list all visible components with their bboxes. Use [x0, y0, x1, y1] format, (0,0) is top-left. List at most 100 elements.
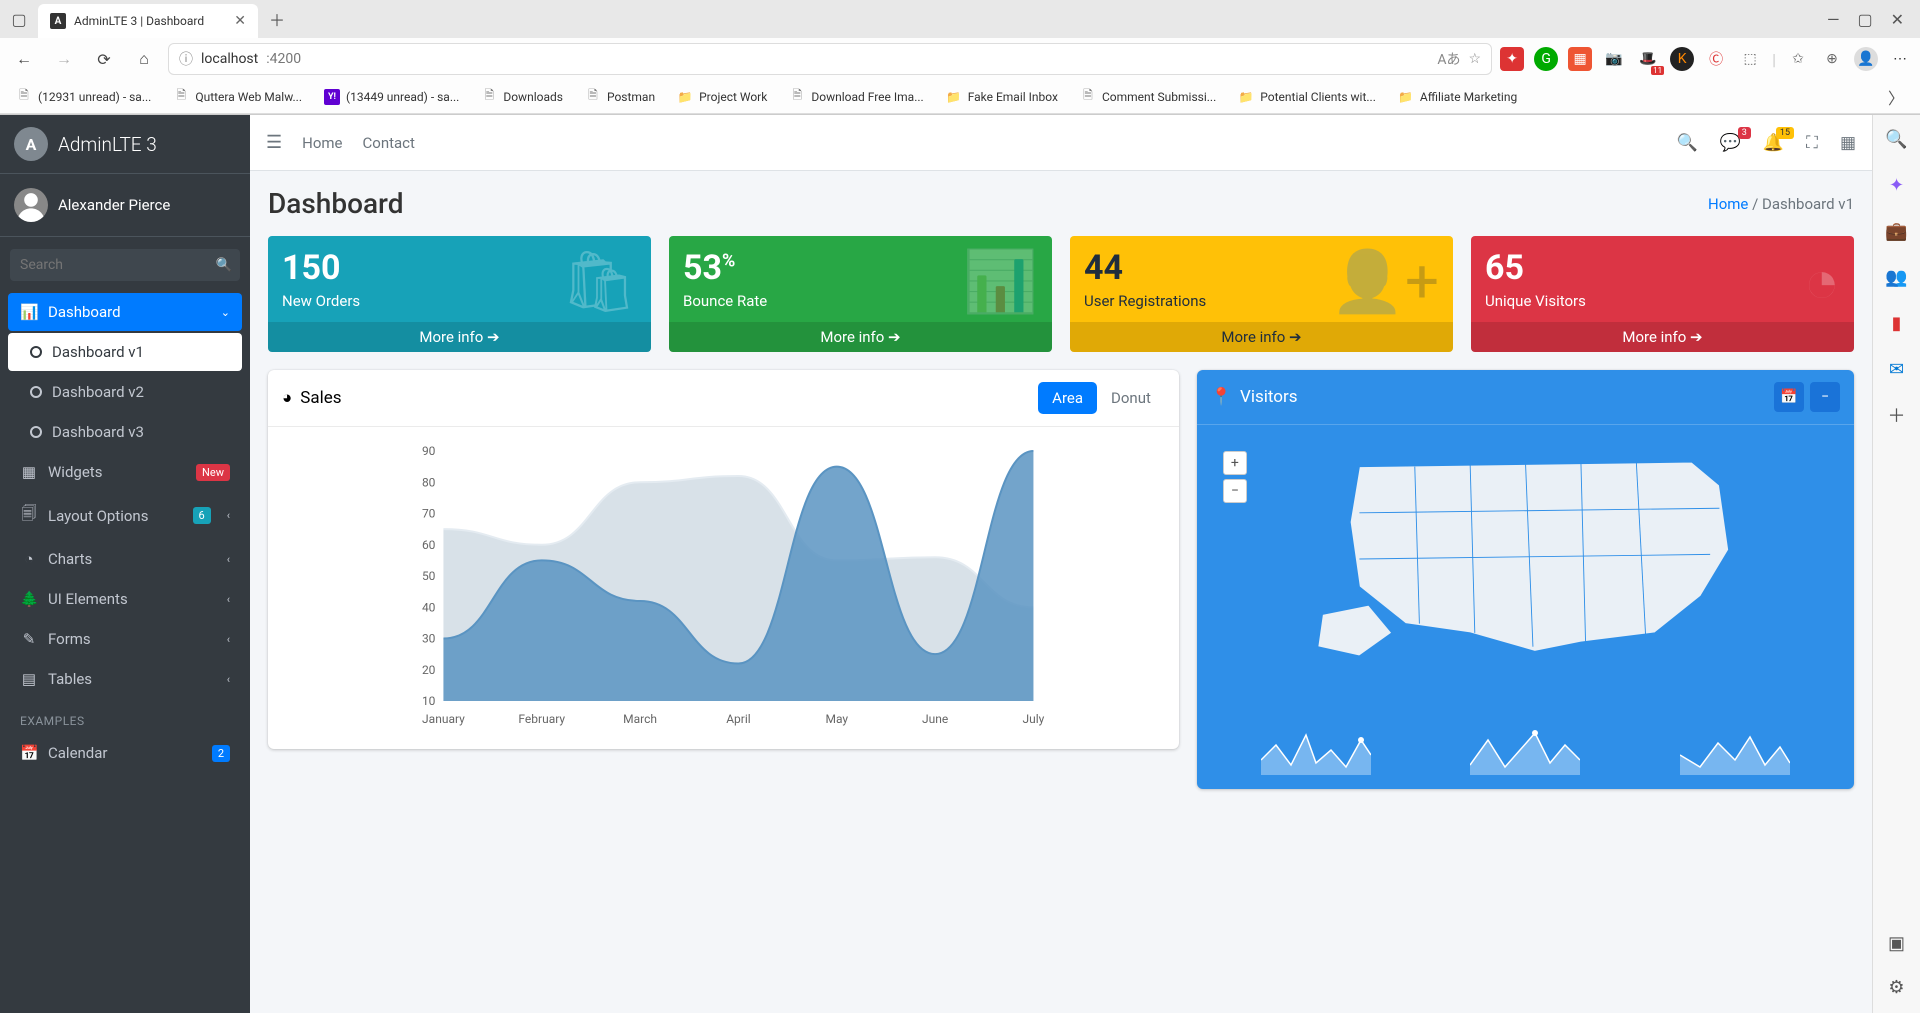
- nav-dashboard-v1[interactable]: Dashboard v1: [8, 333, 242, 371]
- breadcrumb-home[interactable]: Home: [1708, 195, 1748, 213]
- collections-icon[interactable]: ⊕: [1820, 47, 1844, 71]
- nav-tables[interactable]: ▤ Tables ‹: [8, 660, 242, 698]
- bookmark-item[interactable]: 🗎Quttera Web Malw...: [165, 85, 310, 109]
- ext-icon-4[interactable]: 📷: [1602, 47, 1626, 71]
- bookmark-item[interactable]: 📁Potential Clients wit...: [1230, 85, 1384, 109]
- circle-icon: [30, 346, 42, 358]
- ext-icon-6[interactable]: K: [1670, 47, 1694, 71]
- rail-briefcase-icon[interactable]: 💼: [1883, 217, 1911, 245]
- user-panel[interactable]: Alexander Pierce: [0, 174, 250, 237]
- nav-layout-options[interactable]: 🗐 Layout Options 6 ‹: [8, 493, 242, 538]
- maximize-icon[interactable]: ▢: [1857, 10, 1872, 29]
- address-bar: ← → ⟳ ⌂ ⓘ localhost:4200 Aあ ☆ ✦ G ▦ 📷 🎩1…: [0, 38, 1920, 80]
- bell-icon[interactable]: 🔔15: [1763, 133, 1784, 153]
- calendar-button[interactable]: 📅: [1774, 382, 1804, 412]
- copy-icon: 🗐: [20, 503, 38, 528]
- bookmark-item[interactable]: 🗎(12931 unread) - sa...: [8, 85, 159, 109]
- rail-sparkle-icon[interactable]: ✦: [1883, 171, 1911, 199]
- profile-icon[interactable]: 👤: [1854, 47, 1878, 71]
- ext-icon-5[interactable]: 🎩11: [1636, 47, 1660, 71]
- back-button[interactable]: ←: [8, 43, 40, 75]
- rail-add-icon[interactable]: ＋: [1883, 401, 1911, 429]
- collapse-button[interactable]: −: [1810, 382, 1840, 412]
- minimize-icon[interactable]: ―: [1827, 10, 1840, 29]
- more-info-link[interactable]: More info ➔: [1471, 322, 1854, 352]
- new-tab-button[interactable]: ＋: [262, 4, 292, 34]
- rail-outlook-icon[interactable]: ✉: [1883, 355, 1911, 383]
- usa-map[interactable]: [1211, 439, 1840, 679]
- bookmark-item[interactable]: 🗎Postman: [577, 85, 663, 109]
- rail-people-icon[interactable]: 👥: [1883, 263, 1911, 291]
- close-window-icon[interactable]: ✕: [1891, 10, 1904, 29]
- bookmark-item[interactable]: 📁Project Work: [669, 85, 775, 109]
- nav-ui-elements[interactable]: 🌲 UI Elements ‹: [8, 580, 242, 618]
- tab-donut[interactable]: Donut: [1097, 382, 1165, 414]
- nav-widgets[interactable]: ▦ Widgets New: [8, 453, 242, 491]
- rail-panel-icon[interactable]: ▣: [1883, 929, 1911, 957]
- bookmarks-overflow-icon[interactable]: 〉: [1880, 85, 1912, 109]
- topnav-contact[interactable]: Contact: [363, 134, 415, 152]
- bookmark-item[interactable]: 🗎Download Free Ima...: [781, 85, 931, 109]
- comments-icon[interactable]: 💬3: [1720, 133, 1741, 153]
- favorites-icon[interactable]: ✩: [1786, 47, 1810, 71]
- nav-dashboard[interactable]: 📊 Dashboard ⌄: [8, 293, 242, 331]
- more-info-link[interactable]: More info ➔: [1070, 322, 1453, 352]
- search-button[interactable]: 🔍: [208, 249, 240, 281]
- more-info-link[interactable]: More info ➔: [268, 322, 651, 352]
- url-host: localhost: [201, 51, 258, 67]
- nav-dashboard-v3[interactable]: Dashboard v3: [8, 413, 242, 451]
- more-info-link[interactable]: More info ➔: [669, 322, 1052, 352]
- hamburger-icon[interactable]: ☰: [266, 132, 282, 153]
- tab-area[interactable]: Area: [1038, 382, 1097, 414]
- sparkline-3: [1680, 725, 1790, 775]
- tab-actions-icon[interactable]: ▢: [4, 4, 34, 34]
- tachometer-icon: 📊: [20, 303, 38, 321]
- svg-text:60: 60: [422, 538, 436, 552]
- stat-number: 65: [1485, 248, 1840, 288]
- bookmark-item[interactable]: Y!(13449 unread) - sa...: [316, 85, 467, 109]
- ext-icon-2[interactable]: G: [1534, 47, 1558, 71]
- brand[interactable]: A AdminLTE 3: [0, 115, 250, 174]
- home-button[interactable]: ⌂: [128, 43, 160, 75]
- nav-forms[interactable]: ✎ Forms ‹: [8, 620, 242, 658]
- expand-icon[interactable]: ⛶: [1806, 133, 1818, 153]
- zoom-in-button[interactable]: +: [1223, 451, 1247, 475]
- svg-text:50: 50: [422, 569, 436, 583]
- bookmark-item[interactable]: 🗎Comment Submissi...: [1072, 85, 1224, 109]
- ext-icon-7[interactable]: Ⓒ: [1704, 47, 1728, 71]
- chevron-left-icon: ‹: [227, 673, 230, 686]
- rail-settings-icon[interactable]: ⚙: [1883, 973, 1911, 1001]
- nav-label: Layout Options: [48, 507, 148, 525]
- reader-icon[interactable]: Aあ: [1437, 49, 1460, 69]
- svg-text:80: 80: [422, 475, 436, 489]
- nav-charts[interactable]: ◔ Charts ‹: [8, 540, 242, 578]
- extensions-icon[interactable]: ⬚: [1738, 47, 1762, 71]
- browser-tab[interactable]: A AdminLTE 3 | Dashboard ✕: [38, 4, 258, 38]
- favorite-icon[interactable]: ☆: [1469, 51, 1482, 67]
- search-icon[interactable]: 🔍: [1677, 133, 1698, 153]
- nav-calendar[interactable]: 📅 Calendar 2: [8, 734, 242, 772]
- bookmark-item[interactable]: 📁Affiliate Marketing: [1390, 85, 1525, 109]
- ext-icon-1[interactable]: ✦: [1500, 47, 1524, 71]
- close-tab-icon[interactable]: ✕: [234, 13, 246, 29]
- svg-text:20: 20: [422, 663, 436, 677]
- refresh-button[interactable]: ⟳: [88, 43, 120, 75]
- edit-icon: ✎: [20, 630, 38, 648]
- svg-text:40: 40: [422, 600, 436, 614]
- url-field[interactable]: ⓘ localhost:4200 Aあ ☆: [168, 43, 1492, 75]
- grid-icon[interactable]: ▦: [1840, 133, 1856, 153]
- ext-icon-3[interactable]: ▦: [1568, 47, 1592, 71]
- nav-dashboard-v2[interactable]: Dashboard v2: [8, 373, 242, 411]
- forward-button[interactable]: →: [48, 43, 80, 75]
- topnav-home[interactable]: Home: [302, 134, 342, 152]
- rail-search-icon[interactable]: 🔍: [1883, 125, 1911, 153]
- zoom-out-button[interactable]: −: [1223, 479, 1247, 503]
- bookmark-item[interactable]: 🗎Downloads: [473, 85, 571, 109]
- bookmark-item[interactable]: 📁Fake Email Inbox: [938, 85, 1066, 109]
- search-input[interactable]: [10, 249, 208, 281]
- rail-office-icon[interactable]: ▮: [1883, 309, 1911, 337]
- folder-icon: 📁: [1398, 89, 1414, 105]
- menu-icon[interactable]: ⋯: [1888, 47, 1912, 71]
- nav-label: Forms: [48, 630, 91, 648]
- user-plus-icon: 👤+: [1330, 246, 1439, 317]
